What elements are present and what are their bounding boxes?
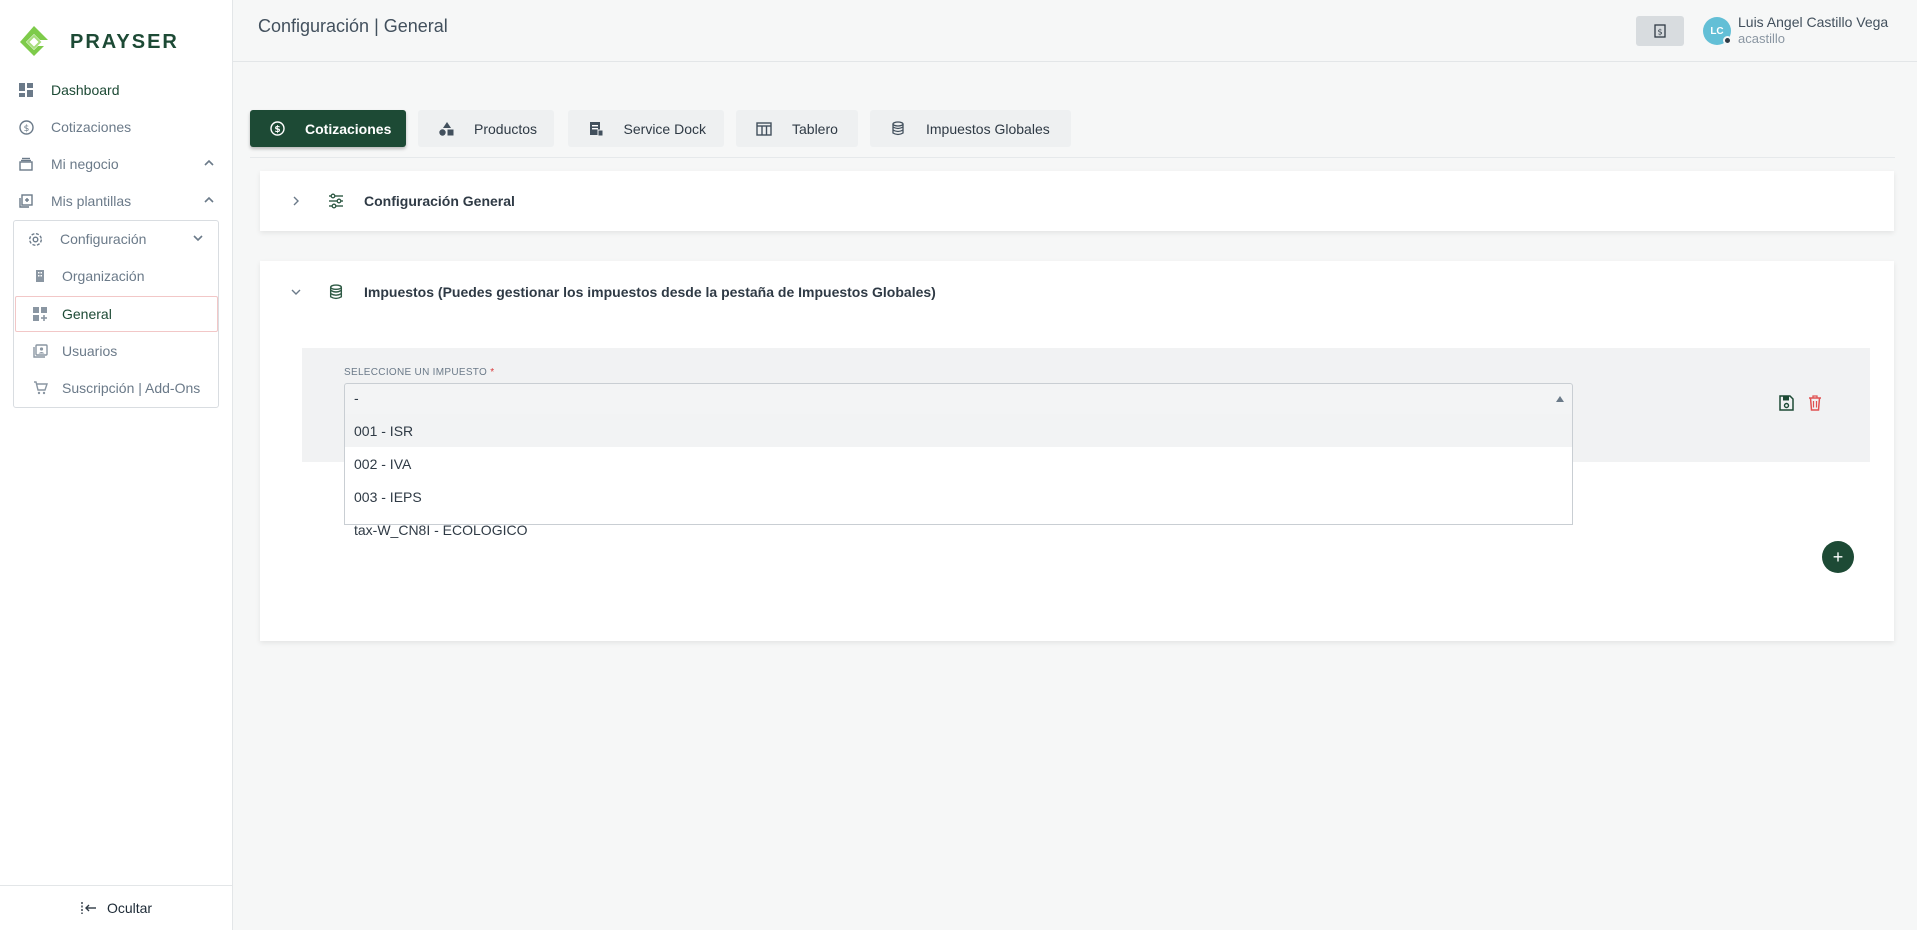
tax-options-dropdown: 001 - ISR 002 - IVA 003 - IEPS tax-W_CN8… <box>344 414 1573 538</box>
collapse-icon <box>81 902 96 914</box>
sidebar-subitem-label: Organización <box>62 268 145 284</box>
cart-icon <box>32 380 48 396</box>
sidebar-item-label: Dashboard <box>51 82 120 98</box>
sliders-icon <box>329 193 343 209</box>
panel-configuracion-general: Configuración General <box>260 171 1894 231</box>
sidebar-item-label: Mi negocio <box>51 156 119 172</box>
tax-option[interactable]: 002 - IVA <box>345 447 1572 480</box>
dashboard-icon <box>18 82 34 98</box>
panel-header[interactable]: Impuestos (Puedes gestionar los impuesto… <box>260 261 1894 323</box>
receipt-icon: $ <box>1654 24 1666 38</box>
dollar-circle-icon: $ <box>18 119 34 135</box>
panel-impuestos: Impuestos (Puedes gestionar los impuesto… <box>260 261 1894 641</box>
sidebar-item-cotizaciones[interactable]: $ Cotizaciones <box>18 112 216 142</box>
chevron-up-icon[interactable] <box>202 156 216 170</box>
user-name[interactable]: Luis Angel Castillo Vega <box>1738 14 1888 30</box>
hide-sidebar-button[interactable]: Ocultar <box>0 885 233 930</box>
sidebar-item-mis-plantillas[interactable]: Mis plantillas <box>18 186 216 216</box>
chevron-down-icon[interactable] <box>191 231 205 245</box>
database-icon <box>329 284 343 300</box>
sidebar-subitem-label: General <box>62 306 112 322</box>
brand-name: PRAYSER <box>70 30 179 53</box>
logo-mark-icon <box>20 26 48 56</box>
tax-select-label-text: SELECCIONE UN IMPUESTO <box>344 367 488 378</box>
chevron-up-icon[interactable] <box>202 193 216 207</box>
panel-title: Configuración General <box>364 193 515 209</box>
tab-label: Productos <box>474 120 538 137</box>
tax-select-value: - <box>354 390 359 406</box>
tab-label: Cotizaciones <box>305 120 392 137</box>
tab-label: Service Dock <box>623 120 706 137</box>
tax-select-label: SELECCIONE UN IMPUESTO * <box>344 367 494 378</box>
sidebar-item-label: Configuración <box>60 231 147 247</box>
grid-plus-icon <box>32 306 48 322</box>
panel-title: Impuestos (Puedes gestionar los impuesto… <box>364 284 936 300</box>
sidebar-subitem-label: Suscripción | Add-Ons <box>62 380 201 396</box>
add-tax-button[interactable]: + <box>1822 541 1854 573</box>
status-dot <box>1723 36 1732 45</box>
row-actions <box>1778 395 1822 411</box>
required-mark: * <box>490 367 495 378</box>
tabs-divider <box>250 157 1895 158</box>
tab-service-dock[interactable]: Service Dock <box>568 110 724 147</box>
caret-up-icon[interactable] <box>1556 396 1564 402</box>
tab-impuestos-globales[interactable]: Impuestos Globales <box>870 110 1071 147</box>
sidebar-item-mi-negocio[interactable]: Mi negocio <box>18 149 216 179</box>
building-icon <box>32 268 48 284</box>
sidebar-subitem-organizacion[interactable]: Organización <box>32 261 145 291</box>
tax-option[interactable]: 001 - ISR <box>345 414 1572 447</box>
tax-option[interactable]: tax-W_CN8I - ECOLOGICO <box>345 513 1572 546</box>
sidebar-item-dashboard[interactable]: Dashboard <box>18 75 216 105</box>
shapes-icon <box>438 121 454 137</box>
dollar-circle-icon: $ <box>270 121 285 137</box>
sidebar: PRAYSER Dashboard $ Cotizaciones Mi nego… <box>0 0 233 930</box>
sidebar-item-configuracion[interactable]: Configuración <box>27 224 205 254</box>
svg-text:$: $ <box>23 124 29 134</box>
sidebar-subitem-suscripcion[interactable]: Suscripción | Add-Ons <box>32 373 200 403</box>
sidebar-subitem-general[interactable]: General <box>32 299 112 329</box>
trash-icon[interactable] <box>1808 395 1822 411</box>
document-button[interactable]: $ <box>1636 16 1684 46</box>
tax-select[interactable]: - <box>344 383 1573 415</box>
tab-cotizaciones[interactable]: $ Cotizaciones <box>250 110 406 147</box>
gear-icon <box>27 231 43 247</box>
chevron-right-icon[interactable] <box>290 195 302 207</box>
document-icon <box>588 121 604 137</box>
brand-logo[interactable]: PRAYSER <box>16 24 179 60</box>
tax-option[interactable]: 003 - IEPS <box>345 480 1572 513</box>
page-title: Configuración | General <box>258 16 448 36</box>
svg-text:$: $ <box>274 125 280 135</box>
user-handle: acastillo <box>1738 31 1785 46</box>
database-icon <box>890 121 906 137</box>
users-icon <box>32 343 48 359</box>
panel-header[interactable]: Configuración General <box>260 171 1894 231</box>
tab-label: Impuestos Globales <box>926 120 1050 137</box>
sidebar-item-label: Cotizaciones <box>51 119 132 135</box>
sidebar-item-label: Mis plantillas <box>51 193 132 209</box>
tab-tablero[interactable]: Tablero <box>736 110 858 147</box>
templates-icon <box>18 193 34 209</box>
save-icon[interactable] <box>1778 395 1794 411</box>
svg-text:$: $ <box>1657 28 1662 37</box>
tab-productos[interactable]: Productos <box>418 110 554 147</box>
tab-label: Tablero <box>792 120 838 137</box>
sidebar-subitem-usuarios[interactable]: Usuarios <box>32 336 117 366</box>
sidebar-subitem-label: Usuarios <box>62 343 118 359</box>
business-icon <box>18 156 34 172</box>
top-bar: Configuración | General $ LC Luis Angel … <box>233 0 1917 62</box>
hide-sidebar-label: Ocultar <box>106 900 153 916</box>
columns-icon <box>756 121 772 137</box>
chevron-down-icon[interactable] <box>290 286 302 298</box>
